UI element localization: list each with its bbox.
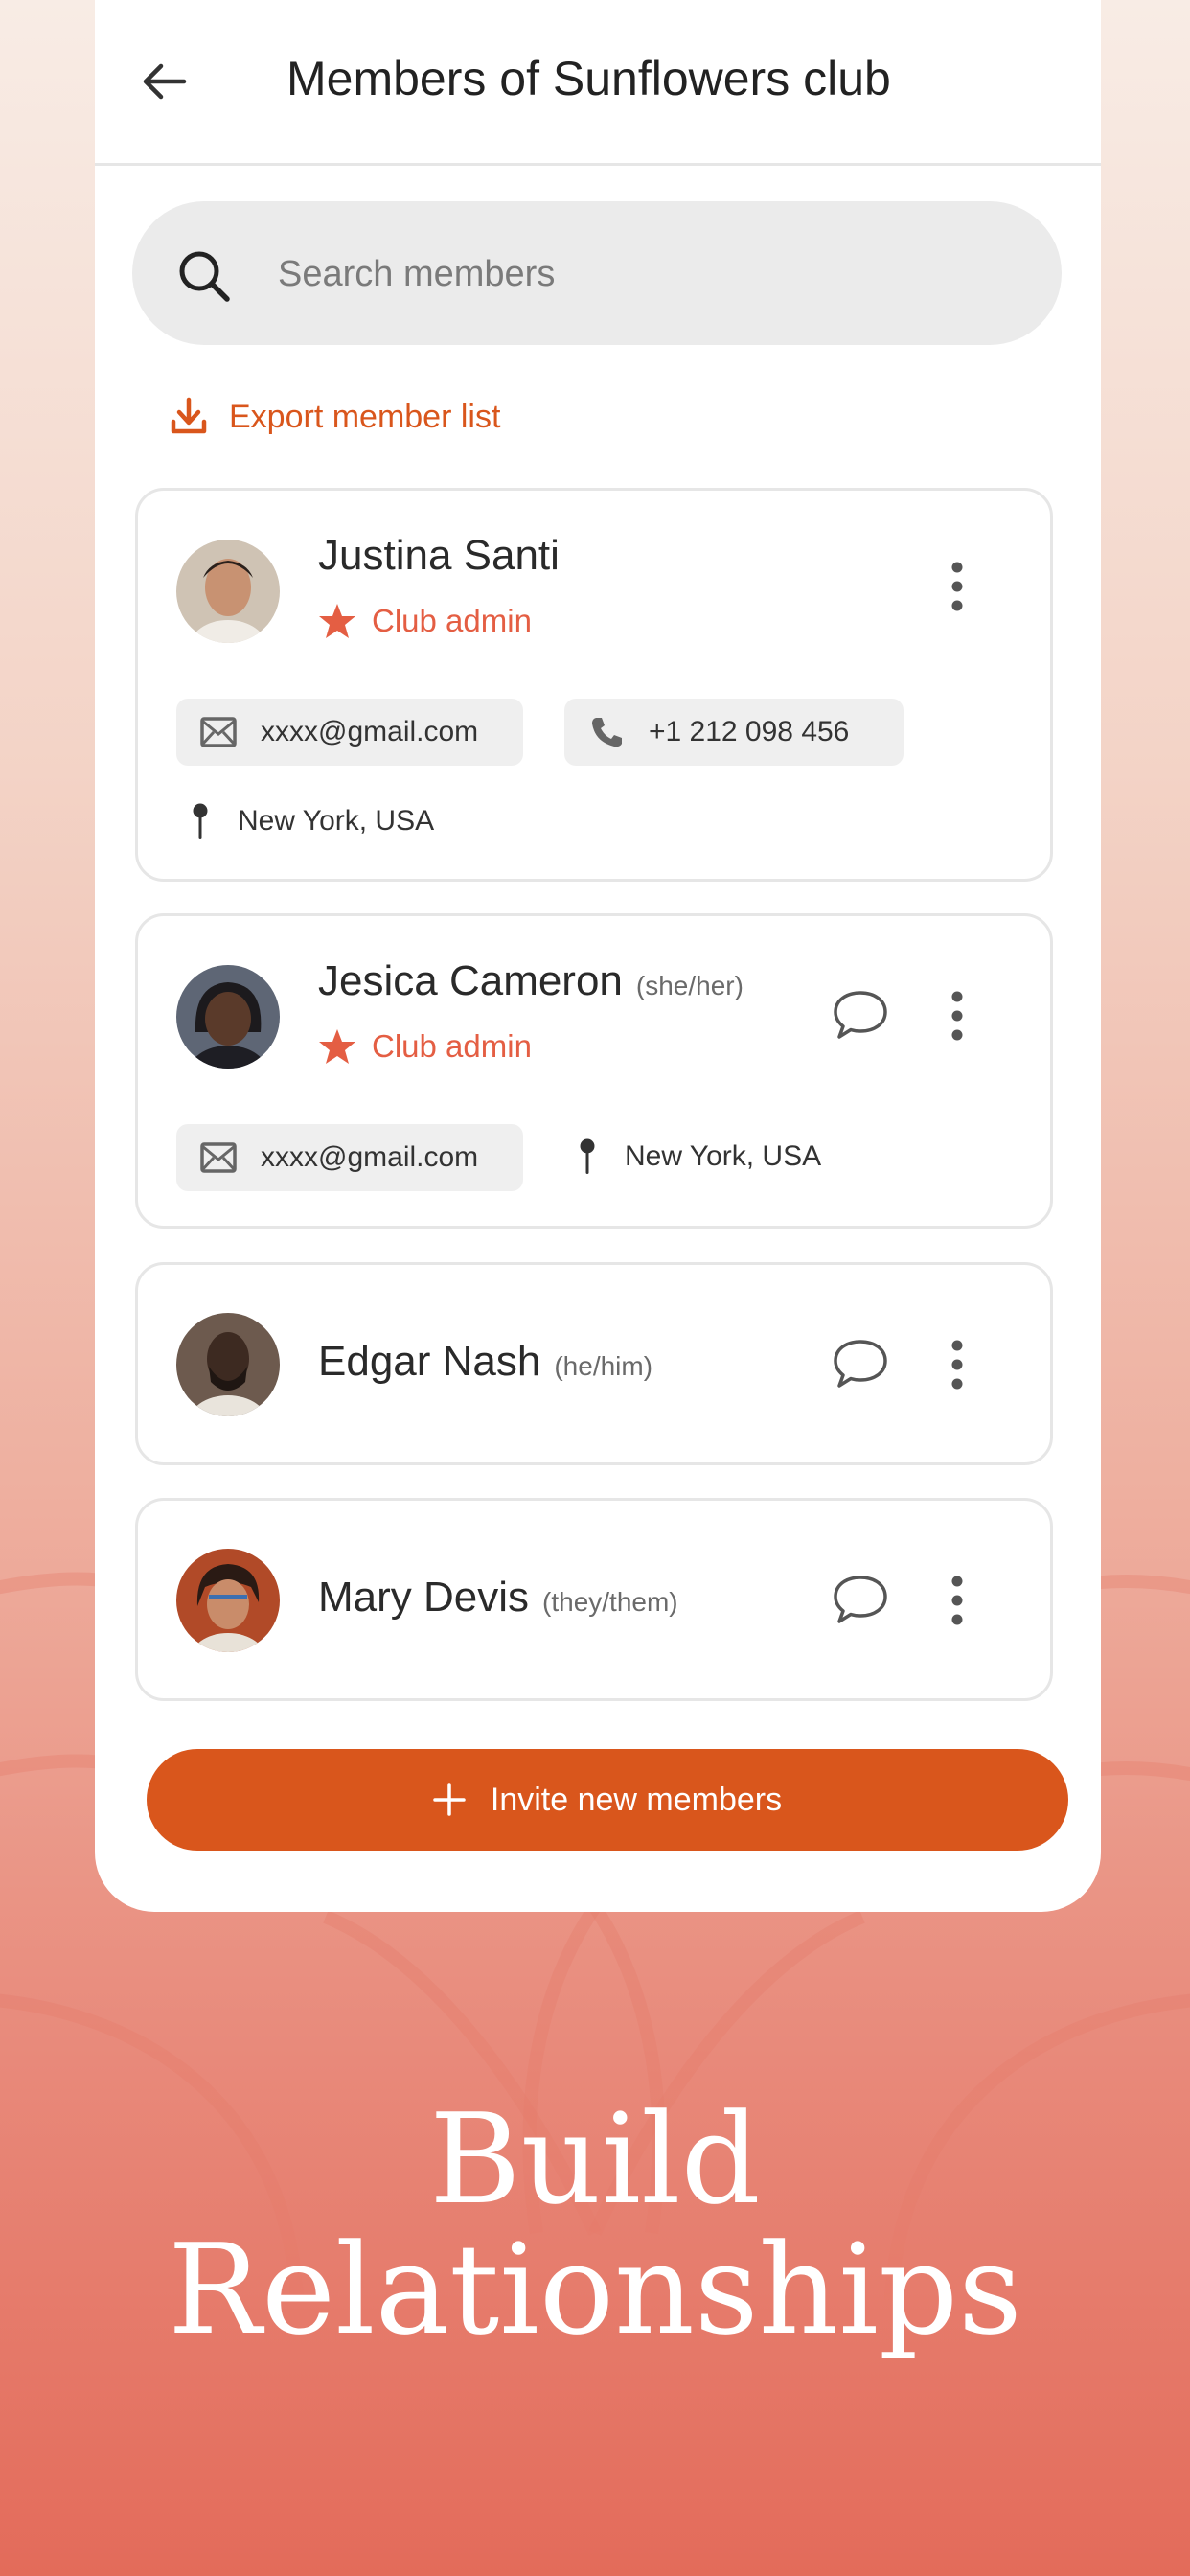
member-name: Mary Devis bbox=[318, 1574, 530, 1621]
member-pronouns: (they/them) bbox=[542, 1587, 678, 1617]
pin-icon bbox=[193, 803, 208, 839]
phone-text: +1 212 098 456 bbox=[649, 716, 850, 748]
location: New York, USA bbox=[577, 1138, 821, 1176]
member-card-justina-santi[interactable]: Justina Santi Club admin xxxx@gmail.com … bbox=[135, 488, 1053, 882]
star-icon bbox=[319, 1029, 355, 1064]
member-role: Club admin bbox=[318, 1027, 532, 1066]
avatar bbox=[176, 965, 280, 1069]
phone-chip[interactable]: +1 212 098 456 bbox=[564, 699, 904, 766]
member-name-row: Edgar Nash (he/him) bbox=[318, 1338, 652, 1386]
member-card-jesica-cameron[interactable]: Jesica Cameron (she/her) Club admin xxxx… bbox=[135, 913, 1053, 1229]
member-role: Club admin bbox=[318, 602, 532, 640]
role-label: Club admin bbox=[372, 1028, 532, 1064]
search-bar[interactable] bbox=[132, 201, 1062, 345]
export-label: Export member list bbox=[229, 398, 501, 435]
member-name: Edgar Nash bbox=[318, 1338, 541, 1385]
mail-icon bbox=[200, 1142, 237, 1173]
location: New York, USA bbox=[190, 802, 434, 840]
chat-bubble-icon[interactable] bbox=[830, 1572, 891, 1629]
mail-icon bbox=[200, 717, 237, 748]
back-button[interactable] bbox=[135, 53, 193, 110]
avatar bbox=[176, 1313, 280, 1416]
headline: Build Relationships bbox=[0, 2094, 1190, 2355]
search-input[interactable] bbox=[276, 240, 1008, 309]
member-card-edgar-nash[interactable]: Edgar Nash (he/him) bbox=[135, 1262, 1053, 1465]
chat-bubble-icon[interactable] bbox=[830, 987, 891, 1045]
headline-line-2: Relationships bbox=[168, 2217, 1022, 2362]
member-name-row: Mary Devis (they/them) bbox=[318, 1574, 678, 1622]
star-icon bbox=[319, 604, 355, 638]
member-name-row: Jesica Cameron (she/her) bbox=[318, 957, 744, 1005]
pin-icon bbox=[580, 1138, 595, 1174]
search-icon bbox=[179, 251, 230, 302]
arrow-left-icon bbox=[143, 63, 187, 100]
avatar bbox=[176, 540, 280, 643]
more-vertical-icon[interactable] bbox=[943, 558, 972, 615]
member-pronouns: (he/him) bbox=[554, 1351, 653, 1381]
invite-label: Invite new members bbox=[490, 1781, 783, 1818]
header: Members of Sunflowers club bbox=[95, 0, 1101, 166]
email-chip[interactable]: xxxx@gmail.com bbox=[176, 699, 523, 766]
location-text: New York, USA bbox=[238, 805, 435, 837]
more-vertical-icon[interactable] bbox=[943, 987, 972, 1045]
more-vertical-icon[interactable] bbox=[943, 1572, 972, 1629]
member-name: Jesica Cameron bbox=[318, 957, 623, 1004]
avatar bbox=[176, 1549, 280, 1652]
headline-line-1: Build bbox=[429, 2086, 761, 2232]
email-text: xxxx@gmail.com bbox=[261, 1141, 479, 1173]
member-name: Justina Santi bbox=[318, 532, 560, 579]
page-title: Members of Sunflowers club bbox=[286, 52, 891, 105]
members-card: Members of Sunflowers club Export member… bbox=[95, 0, 1101, 1912]
plus-icon bbox=[433, 1783, 466, 1816]
email-chip[interactable]: xxxx@gmail.com bbox=[176, 1124, 523, 1191]
email-text: xxxx@gmail.com bbox=[261, 716, 479, 748]
member-pronouns: (she/her) bbox=[635, 971, 744, 1000]
member-name-row: Justina Santi bbox=[318, 532, 560, 580]
chat-bubble-icon[interactable] bbox=[830, 1336, 891, 1393]
role-label: Club admin bbox=[372, 603, 532, 638]
location-text: New York, USA bbox=[625, 1140, 822, 1172]
download-icon bbox=[171, 397, 207, 434]
export-member-list-link[interactable]: Export member list bbox=[170, 393, 500, 441]
invite-new-members-button[interactable]: Invite new members bbox=[147, 1749, 1068, 1851]
phone-icon bbox=[592, 718, 622, 748]
more-vertical-icon[interactable] bbox=[943, 1336, 972, 1393]
member-card-mary-devis[interactable]: Mary Devis (they/them) bbox=[135, 1498, 1053, 1701]
